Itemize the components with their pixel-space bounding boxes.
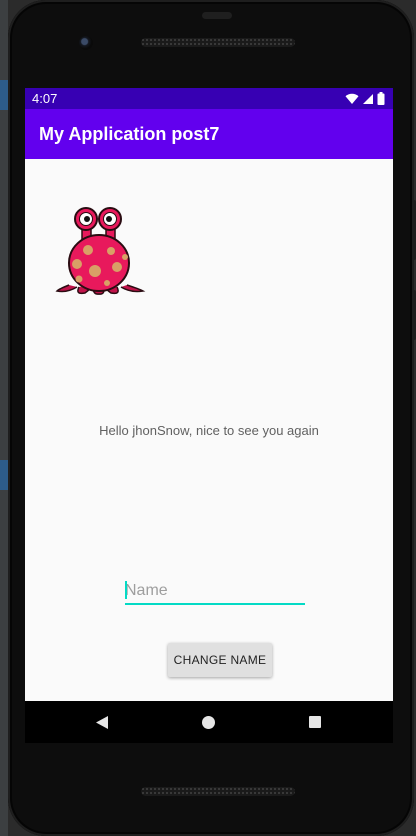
top-speaker (141, 38, 295, 47)
status-bar: 4:07 (25, 88, 393, 109)
volume-button[interactable] (412, 200, 416, 260)
front-camera-icon (79, 36, 93, 50)
device-screen: 4:07 My Application post7 Hello jhonSnow… (25, 88, 393, 701)
change-name-button[interactable]: CHANGE NAME (168, 643, 272, 677)
back-icon[interactable] (95, 715, 109, 730)
monster-icon (55, 207, 146, 295)
backdrop-left-accent-2 (0, 460, 8, 490)
bottom-speaker (141, 787, 295, 796)
app-bar: My Application post7 (25, 109, 393, 159)
name-input[interactable] (125, 579, 305, 605)
app-title: My Application post7 (39, 124, 220, 144)
recents-icon[interactable] (309, 716, 321, 728)
power-button[interactable] (412, 290, 416, 340)
text-cursor (125, 581, 127, 599)
backdrop-left (0, 0, 8, 836)
signal-icon (363, 93, 373, 104)
navigation-bar (25, 701, 393, 743)
status-time: 4:07 (32, 91, 58, 106)
greeting-text: Hello jhonSnow, nice to see you again (99, 423, 319, 438)
backdrop-left-accent (0, 80, 8, 110)
earpiece-notch (202, 12, 232, 19)
battery-icon (377, 92, 385, 105)
status-icons (345, 92, 385, 105)
home-icon[interactable] (202, 716, 215, 729)
wifi-icon (345, 93, 359, 104)
